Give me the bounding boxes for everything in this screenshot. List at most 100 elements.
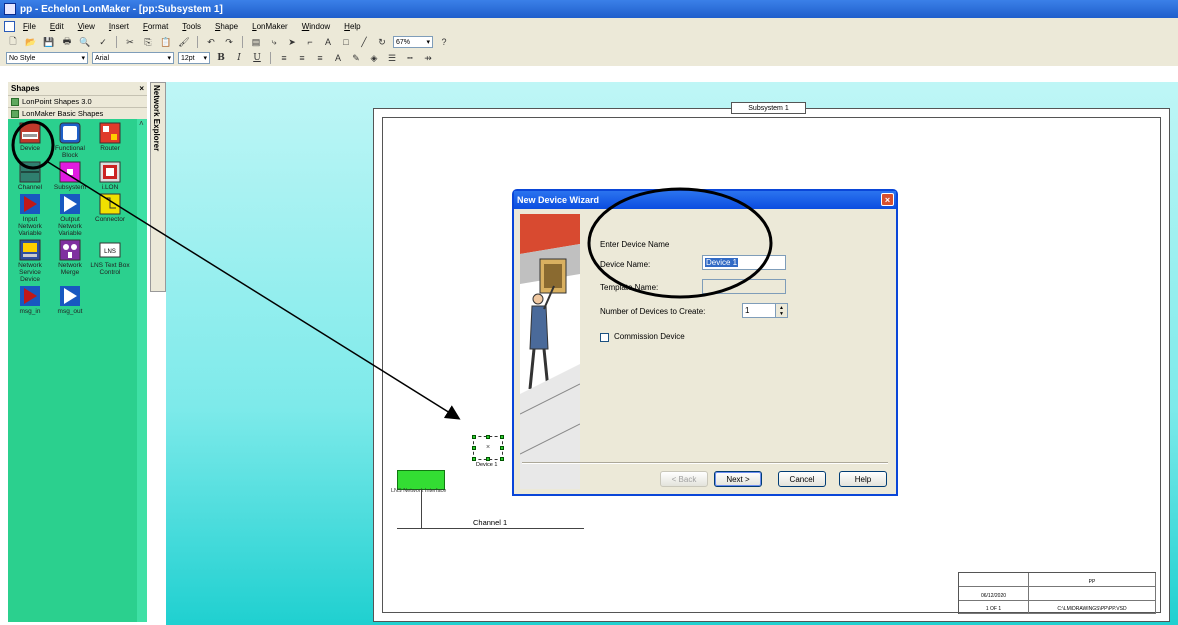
line-tool-icon[interactable]: ╱ xyxy=(357,36,371,48)
back-button[interactable]: < Back xyxy=(660,471,708,487)
template-name-input[interactable] xyxy=(702,279,786,294)
shapes-panel-scrollbar[interactable] xyxy=(137,119,147,622)
shape-label: Channel xyxy=(17,184,43,191)
open-icon[interactable]: 📂 xyxy=(24,36,38,48)
stencil-tab-basic-shapes[interactable]: LonMaker Basic Shapes xyxy=(8,107,147,119)
redo-icon[interactable]: ↷ xyxy=(222,36,236,48)
connector-tool-icon[interactable]: ⌐ xyxy=(303,36,317,48)
font-select[interactable]: Arial xyxy=(92,52,174,64)
print-preview-icon[interactable]: 🔍 xyxy=(78,36,92,48)
spelling-icon[interactable]: ✓ xyxy=(96,36,110,48)
pointer-tool-icon[interactable]: ➤ xyxy=(285,36,299,48)
selection-handle[interactable] xyxy=(472,457,476,461)
rectangle-tool-icon[interactable]: □ xyxy=(339,36,353,48)
zoom-select[interactable]: 67% xyxy=(393,36,433,48)
network-explorer-bar[interactable]: Network Explorer xyxy=(150,82,166,292)
menu-tools[interactable]: Tools xyxy=(182,22,201,31)
device-name-input[interactable]: Device 1 xyxy=(702,255,786,270)
cancel-button[interactable]: Cancel xyxy=(778,471,826,487)
stencil-icon xyxy=(11,97,19,106)
save-icon[interactable]: 💾 xyxy=(42,36,56,48)
menu-view[interactable]: View xyxy=(78,22,95,31)
channel-line[interactable] xyxy=(397,528,584,529)
document-icon[interactable] xyxy=(4,20,15,32)
line-ends-icon[interactable]: ⇸ xyxy=(421,52,435,64)
shape-msg-out[interactable]: msg_out xyxy=(50,285,90,315)
visio-app-icon[interactable] xyxy=(4,3,16,15)
line-color-icon[interactable]: ✎ xyxy=(349,52,363,64)
menu-window[interactable]: Window xyxy=(302,22,330,31)
align-left-icon[interactable]: ≡ xyxy=(277,52,291,64)
shape-input-network-variable[interactable]: Input Network Variable xyxy=(10,193,50,237)
fill-color-icon[interactable]: ◈ xyxy=(367,52,381,64)
connector-icon[interactable]: ⤷ xyxy=(267,36,281,48)
device-name-label: Device Name: xyxy=(600,260,651,269)
shape-lns-text-box-control[interactable]: LNS LNS Text Box Control xyxy=(90,239,130,283)
shape-router[interactable]: Router xyxy=(90,122,130,159)
input-nv-shape-icon xyxy=(20,194,40,214)
shape-functional-block[interactable]: Functional Block xyxy=(50,122,90,159)
font-size-value: 12pt xyxy=(181,54,195,62)
font-size-select[interactable]: 12pt xyxy=(178,52,210,64)
shape-device[interactable]: Device xyxy=(10,122,50,159)
underline-icon[interactable]: U xyxy=(250,52,264,64)
selection-handle[interactable] xyxy=(500,446,504,450)
menu-file[interactable]: File xyxy=(23,22,36,31)
bold-icon[interactable]: B xyxy=(214,52,228,64)
dialog-close-button[interactable]: × xyxy=(881,193,894,206)
menu-insert[interactable]: Insert xyxy=(109,22,129,31)
close-icon[interactable]: × xyxy=(139,84,144,93)
menu-help[interactable]: Help xyxy=(344,22,360,31)
selection-handle[interactable] xyxy=(486,457,490,461)
toolbar-separator xyxy=(242,36,243,48)
selection-handle[interactable] xyxy=(486,435,490,439)
selection-handle[interactable] xyxy=(500,457,504,461)
menu-format[interactable]: Format xyxy=(143,22,168,31)
menu-shape[interactable]: Shape xyxy=(215,22,238,31)
shape-ilon[interactable]: i.LON xyxy=(90,161,130,191)
shape-network-merge[interactable]: Network Merge xyxy=(50,239,90,283)
help-button[interactable]: Help xyxy=(839,471,887,487)
menu-lonmaker[interactable]: LonMaker xyxy=(252,22,288,31)
lns-network-interface-shape[interactable] xyxy=(397,470,445,490)
font-color-icon[interactable]: A xyxy=(331,52,345,64)
network-merge-shape-icon xyxy=(59,239,81,261)
shape-network-service-device[interactable]: Network Service Device xyxy=(10,239,50,283)
line-pattern-icon[interactable]: ┅ xyxy=(403,52,417,64)
cut-icon[interactable]: ✂ xyxy=(123,36,137,48)
print-icon[interactable]: 🖶 xyxy=(60,36,74,48)
selection-handle[interactable] xyxy=(472,446,476,450)
line-weight-icon[interactable]: ☰ xyxy=(385,52,399,64)
shape-label: Subsystem xyxy=(53,184,87,191)
style-select[interactable]: No Style xyxy=(6,52,88,64)
help-icon[interactable]: ? xyxy=(437,36,451,48)
align-center-icon[interactable]: ≡ xyxy=(295,52,309,64)
commission-device-checkbox[interactable] xyxy=(600,333,609,342)
format-painter-icon[interactable]: 🖌 xyxy=(177,36,191,48)
new-icon[interactable]: 🗋 xyxy=(6,36,20,48)
italic-icon[interactable]: I xyxy=(232,52,246,64)
paste-icon[interactable]: 📋 xyxy=(159,36,173,48)
shape-label: Input Network Variable xyxy=(18,216,42,237)
shape-output-network-variable[interactable]: Output Network Variable xyxy=(50,193,90,237)
stencil-icon[interactable]: ▤ xyxy=(249,36,263,48)
shape-msg-in[interactable]: msg_in xyxy=(10,285,50,315)
align-right-icon[interactable]: ≡ xyxy=(313,52,327,64)
selection-handle[interactable] xyxy=(472,435,476,439)
spin-down-icon[interactable]: ▼ xyxy=(779,311,784,317)
shape-connector[interactable]: Connector xyxy=(90,193,130,237)
menu-edit[interactable]: Edit xyxy=(50,22,64,31)
next-button[interactable]: Next > xyxy=(714,471,762,487)
selection-handle[interactable] xyxy=(500,435,504,439)
device-shape[interactable]: × xyxy=(472,435,504,461)
stencil-tab-lonpoint[interactable]: LonPoint Shapes 3.0 xyxy=(8,95,147,107)
ilon-shape-icon xyxy=(99,161,121,183)
shape-subsystem[interactable]: Subsystem xyxy=(50,161,90,191)
device-count-input[interactable]: 1 xyxy=(742,303,776,318)
device-count-spinner[interactable]: ▲ ▼ xyxy=(775,303,788,318)
text-tool-icon[interactable]: A xyxy=(321,36,335,48)
shape-channel[interactable]: Channel xyxy=(10,161,50,191)
rotate-icon[interactable]: ↻ xyxy=(375,36,389,48)
copy-icon[interactable]: ⎘ xyxy=(141,36,155,48)
undo-icon[interactable]: ↶ xyxy=(204,36,218,48)
